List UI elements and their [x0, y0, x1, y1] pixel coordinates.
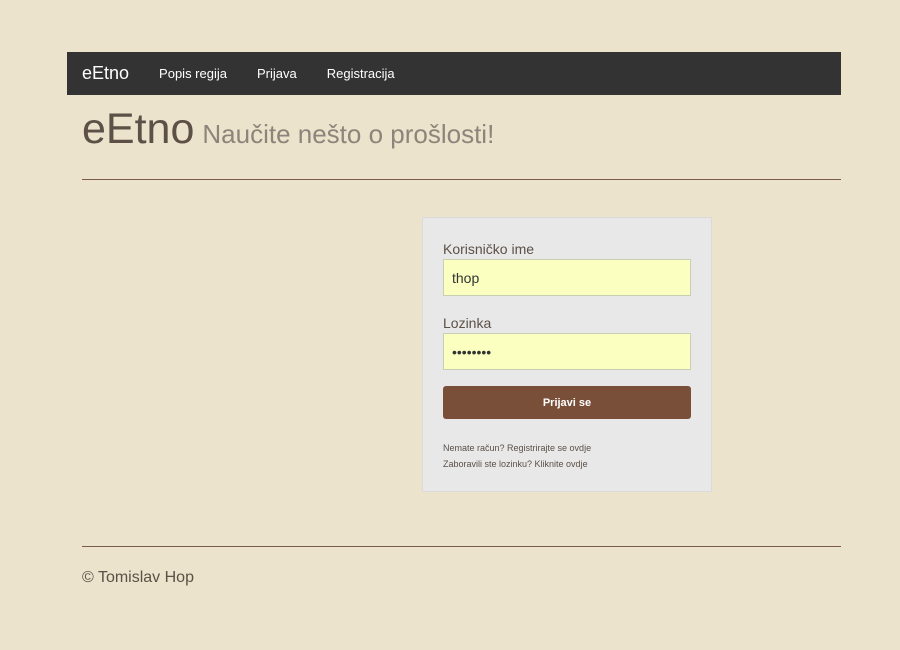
login-button[interactable]: Prijavi se	[443, 386, 691, 419]
brand-link[interactable]: eEtno	[82, 63, 129, 84]
nav-item-prijava[interactable]: Prijava	[257, 66, 297, 81]
username-input[interactable]	[443, 259, 691, 296]
login-form: Korisničko ime Lozinka Prijavi se Nemate…	[422, 217, 712, 492]
top-navbar: eEtno Popis regija Prijava Registracija	[67, 52, 841, 95]
page-header: eEtno Naučite nešto o prošlosti!	[82, 105, 494, 154]
username-label: Korisničko ime	[443, 241, 535, 257]
page-title: eEtno	[82, 105, 195, 153]
nav-item-registracija[interactable]: Registracija	[327, 66, 395, 81]
footer-divider	[82, 546, 841, 547]
password-label: Lozinka	[443, 315, 492, 331]
register-link[interactable]: Nemate račun? Registrirajte se ovdje	[443, 443, 591, 453]
header-divider	[82, 179, 841, 180]
footer-copyright: © Tomislav Hop	[82, 569, 194, 586]
page-subtitle: Naučite nešto o prošlosti!	[202, 119, 495, 149]
nav-item-popis-regija[interactable]: Popis regija	[159, 66, 227, 81]
password-input[interactable]	[443, 333, 691, 370]
forgot-password-link[interactable]: Zaboravili ste lozinku? Kliknite ovdje	[443, 459, 588, 469]
